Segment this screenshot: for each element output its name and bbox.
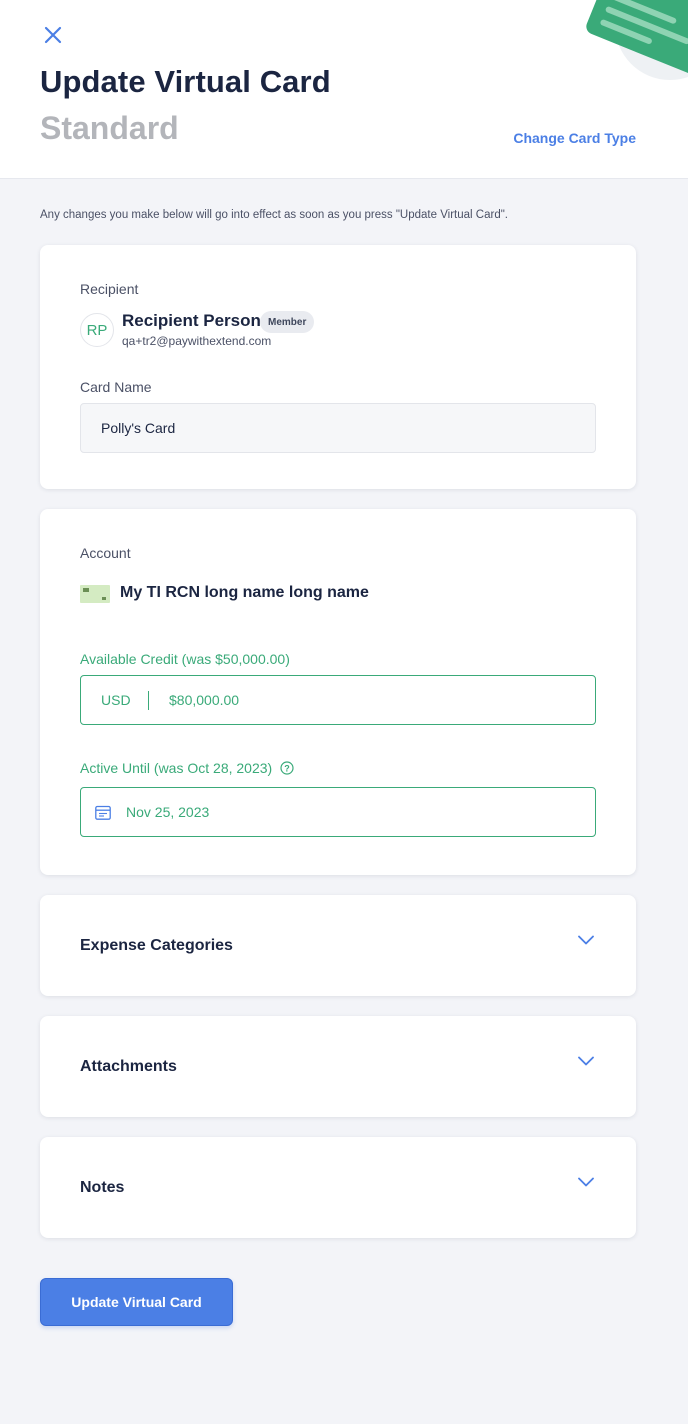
recipient-panel: Recipient RP Recipient Person Member qa+… bbox=[40, 245, 636, 489]
available-credit-label: Available Credit (was $50,000.00) bbox=[80, 651, 290, 667]
active-until-value: Nov 25, 2023 bbox=[126, 804, 210, 820]
member-badge: Member bbox=[260, 311, 315, 333]
change-card-type-link[interactable]: Change Card Type bbox=[513, 130, 636, 146]
available-credit-input[interactable]: USD $80,000.00 bbox=[80, 675, 596, 725]
account-name: My TI RCN long name long name bbox=[120, 584, 369, 601]
active-until-label: Active Until (was Oct 28, 2023) ? bbox=[80, 760, 294, 776]
intro-text: Any changes you make below will go into … bbox=[40, 209, 508, 221]
recipient-email: qa+tr2@paywithextend.com bbox=[122, 334, 272, 348]
expense-categories-title: Expense Categories bbox=[80, 937, 233, 954]
currency-label: USD bbox=[101, 692, 131, 708]
close-icon bbox=[44, 26, 62, 44]
calendar-icon bbox=[95, 805, 111, 820]
attachments-title: Attachments bbox=[80, 1058, 177, 1075]
account-label: Account bbox=[80, 545, 131, 561]
notes-section[interactable]: Notes bbox=[40, 1137, 636, 1238]
chevron-down-icon[interactable] bbox=[578, 1177, 594, 1187]
card-name-value: Polly's Card bbox=[101, 420, 176, 436]
card-name-input[interactable]: Polly's Card bbox=[80, 403, 596, 453]
active-until-date-input[interactable]: Nov 25, 2023 bbox=[80, 787, 596, 837]
expense-categories-section[interactable]: Expense Categories bbox=[40, 895, 636, 996]
close-button[interactable] bbox=[38, 20, 68, 50]
chevron-down-icon[interactable] bbox=[578, 935, 594, 945]
card-illustration-icon bbox=[586, 0, 688, 80]
update-virtual-card-button[interactable]: Update Virtual Card bbox=[40, 1278, 233, 1326]
recipient-label: Recipient bbox=[80, 281, 139, 297]
page-header: Update Virtual Card Standard Change Card… bbox=[0, 0, 688, 179]
page-title: Update Virtual Card bbox=[40, 64, 331, 99]
info-icon[interactable]: ? bbox=[280, 761, 294, 775]
chevron-down-icon[interactable] bbox=[578, 1056, 594, 1066]
svg-text:?: ? bbox=[284, 763, 290, 773]
currency-divider bbox=[148, 691, 149, 710]
card-type-subtitle: Standard bbox=[40, 110, 179, 146]
recipient-name: Recipient Person bbox=[122, 311, 261, 330]
active-until-label-text: Active Until (was Oct 28, 2023) bbox=[80, 760, 273, 776]
card-name-label: Card Name bbox=[80, 379, 152, 395]
attachments-section[interactable]: Attachments bbox=[40, 1016, 636, 1117]
account-panel: Account My TI RCN long name long name Av… bbox=[40, 509, 636, 875]
credit-card-icon bbox=[80, 585, 110, 603]
available-credit-value: $80,000.00 bbox=[169, 692, 240, 708]
notes-title: Notes bbox=[80, 1179, 125, 1196]
avatar: RP bbox=[80, 313, 114, 347]
